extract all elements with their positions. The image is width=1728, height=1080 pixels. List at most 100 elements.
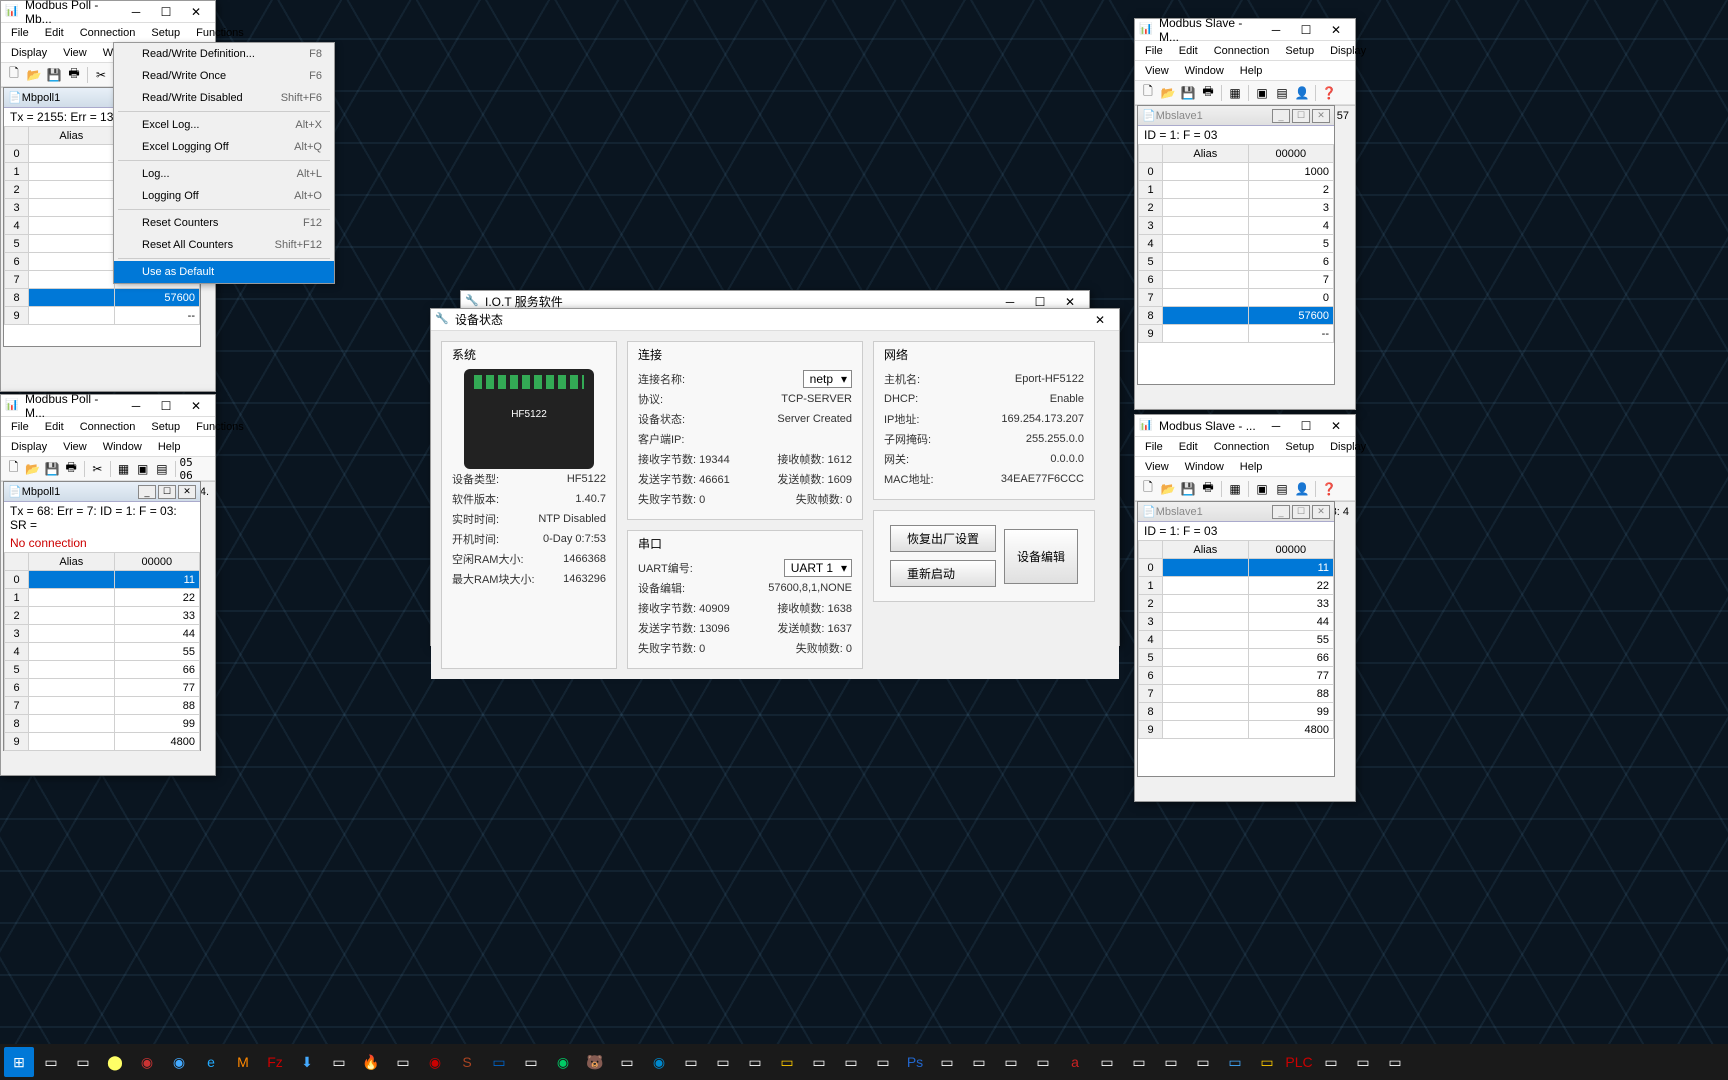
tb-icon[interactable]: ⬤	[100, 1047, 130, 1077]
tb-icon[interactable]: a	[1060, 1047, 1090, 1077]
tb-icon[interactable]: ▭	[36, 1047, 66, 1077]
tool2-icon[interactable]: ▣	[1253, 480, 1271, 498]
menu-item[interactable]: Reset All CountersShift+F12	[114, 234, 334, 256]
tool-icon[interactable]: ▦	[115, 460, 132, 478]
new-icon[interactable]: 🗋	[1139, 480, 1157, 498]
menu-setup[interactable]: Setup	[1277, 439, 1322, 455]
tb-icon[interactable]: ▭	[708, 1047, 738, 1077]
table-row[interactable]: 122	[5, 589, 200, 607]
register-table[interactable]: Alias0000001000122334455667708576009--	[1138, 144, 1334, 343]
tb-icon[interactable]: ▭	[484, 1047, 514, 1077]
open-icon[interactable]: 📂	[25, 66, 43, 84]
tool-icon[interactable]: ▦	[1226, 84, 1244, 102]
table-row[interactable]: 899	[1139, 703, 1334, 721]
table-row[interactable]: 566	[1139, 649, 1334, 667]
tb-icon[interactable]: PLC	[1284, 1047, 1314, 1077]
tool4-icon[interactable]: 👤	[1293, 84, 1311, 102]
close-button[interactable]: ✕	[1321, 416, 1351, 436]
open-icon[interactable]: 📂	[1159, 84, 1177, 102]
restore-button[interactable]: 恢复出厂设置	[890, 525, 996, 552]
help-icon[interactable]: ❓	[1320, 84, 1338, 102]
save-icon[interactable]: 💾	[43, 460, 60, 478]
minimize-button[interactable]: ─	[121, 2, 151, 22]
print-icon[interactable]: 🖶	[63, 460, 80, 478]
menu-item[interactable]: Log...Alt+L	[114, 163, 334, 185]
menu-file[interactable]: File	[1137, 439, 1171, 455]
tb-icon[interactable]: ▭	[1316, 1047, 1346, 1077]
menu-functions[interactable]: Functions	[188, 419, 252, 435]
close-button[interactable]: ✕	[1085, 310, 1115, 330]
select-UART编号:[interactable]: UART 1	[784, 559, 852, 577]
tb-icon[interactable]: M	[228, 1047, 258, 1077]
tb-icon[interactable]: ◉	[164, 1047, 194, 1077]
tb-icon[interactable]: ▭	[836, 1047, 866, 1077]
table-row[interactable]: 12	[1139, 181, 1334, 199]
menu-item[interactable]: Read/Write DisabledShift+F6	[114, 87, 334, 109]
table-row[interactable]: 122	[1139, 577, 1334, 595]
menu-window[interactable]: Window	[95, 439, 150, 455]
titlebar[interactable]: 📊 Modbus Poll - M... ─ ☐ ✕	[1, 395, 215, 417]
table-row[interactable]: 011	[1139, 559, 1334, 577]
tb-icon[interactable]: ▭	[1156, 1047, 1186, 1077]
menu-connection[interactable]: Connection	[1206, 439, 1278, 455]
tb-icon[interactable]: ▭	[1220, 1047, 1250, 1077]
tb-icon[interactable]: ▭	[964, 1047, 994, 1077]
tb-icon[interactable]: ▭	[1380, 1047, 1410, 1077]
tb-icon[interactable]: 🐻	[580, 1047, 610, 1077]
help-icon[interactable]: ❓	[1320, 480, 1338, 498]
tb-icon[interactable]: ◉	[644, 1047, 674, 1077]
menu-setup[interactable]: Setup	[1277, 43, 1322, 59]
tb-icon[interactable]: ▭	[868, 1047, 898, 1077]
tb-icon[interactable]: ⬇	[292, 1047, 322, 1077]
minimize-button[interactable]: ─	[1261, 20, 1291, 40]
tb-icon[interactable]: ◉	[420, 1047, 450, 1077]
menu-item[interactable]: Reset CountersF12	[114, 212, 334, 234]
table-row[interactable]: 70	[1139, 289, 1334, 307]
sub-max-button[interactable]: ☐	[1292, 505, 1310, 519]
table-row[interactable]: 788	[5, 697, 200, 715]
edit-button[interactable]: 设备编辑	[1004, 529, 1078, 584]
maximize-button[interactable]: ☐	[1291, 20, 1321, 40]
table-row[interactable]: 34	[1139, 217, 1334, 235]
tb-icon[interactable]: ▭	[1124, 1047, 1154, 1077]
tb-icon[interactable]: ▭	[516, 1047, 546, 1077]
menu-view[interactable]: View	[55, 45, 95, 61]
table-row[interactable]: 857600	[1139, 307, 1334, 325]
menu-connection[interactable]: Connection	[1206, 43, 1278, 59]
tool2-icon[interactable]: ▣	[1253, 84, 1271, 102]
close-button[interactable]: ✕	[181, 2, 211, 22]
restart-button[interactable]: 重新启动	[890, 560, 996, 587]
open-icon[interactable]: 📂	[24, 460, 41, 478]
sub-close-button[interactable]: ✕	[1312, 109, 1330, 123]
close-button[interactable]: ✕	[181, 396, 211, 416]
table-row[interactable]: 344	[1139, 613, 1334, 631]
menu-display[interactable]: Display	[3, 45, 55, 61]
table-row[interactable]: 233	[1139, 595, 1334, 613]
menu-file[interactable]: File	[1137, 43, 1171, 59]
save-icon[interactable]: 💾	[45, 66, 63, 84]
tb-icon[interactable]: ◉	[548, 1047, 578, 1077]
tb-icon[interactable]: ▭	[1188, 1047, 1218, 1077]
table-row[interactable]: 677	[1139, 667, 1334, 685]
open-icon[interactable]: 📂	[1159, 480, 1177, 498]
menu-view[interactable]: View	[1137, 63, 1177, 79]
titlebar[interactable]: 📊 Modbus Poll - Mb... ─ ☐ ✕	[1, 1, 215, 23]
table-row[interactable]: 01000	[1139, 163, 1334, 181]
maximize-button[interactable]: ☐	[1291, 416, 1321, 436]
tb-icon[interactable]: Ps	[900, 1047, 930, 1077]
table-row[interactable]: 677	[5, 679, 200, 697]
tb-icon[interactable]: ▭	[804, 1047, 834, 1077]
tb-icon[interactable]: ▭	[1092, 1047, 1122, 1077]
sub-close-button[interactable]: ✕	[1312, 505, 1330, 519]
tool3-icon[interactable]: ▤	[1273, 84, 1291, 102]
tb-icon[interactable]: ▭	[1252, 1047, 1282, 1077]
menu-item[interactable]: Read/Write OnceF6	[114, 65, 334, 87]
menu-functions[interactable]: Functions	[188, 25, 252, 41]
tb-icon[interactable]: ▭	[740, 1047, 770, 1077]
menu-item[interactable]: Logging OffAlt+O	[114, 185, 334, 207]
tool2-icon[interactable]: ▣	[134, 460, 151, 478]
select-连接名称:[interactable]: netp	[803, 370, 852, 388]
menu-file[interactable]: File	[3, 419, 37, 435]
titlebar[interactable]: 📊 Modbus Slave - M... ─ ☐ ✕	[1135, 19, 1355, 41]
menu-file[interactable]: File	[3, 25, 37, 41]
